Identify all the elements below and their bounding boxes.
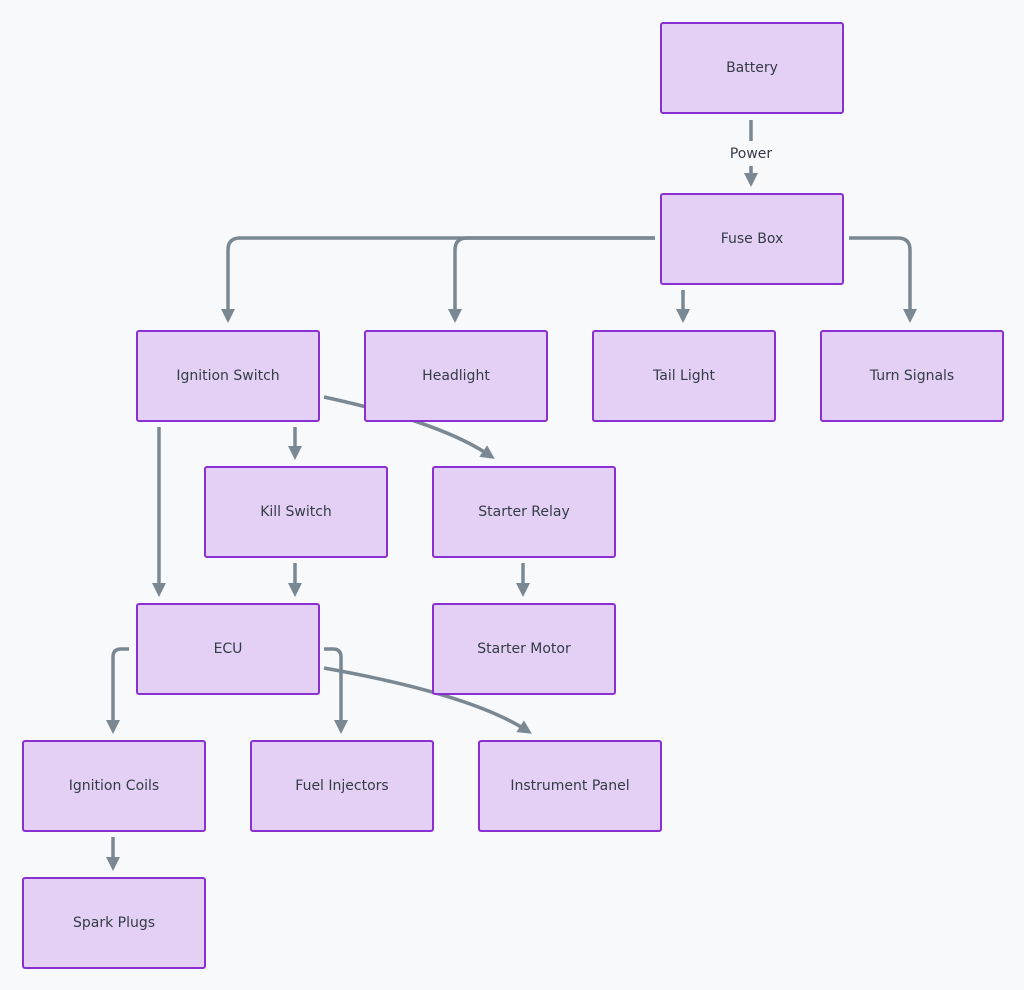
node-tail-light[interactable]: Tail Light bbox=[592, 330, 776, 422]
node-instrument-panel[interactable]: Instrument Panel bbox=[478, 740, 662, 832]
node-fuel-injectors[interactable]: Fuel Injectors bbox=[250, 740, 434, 832]
edge-ecu-fuel-injectors bbox=[324, 647, 348, 734]
edge-label-power: Power bbox=[727, 145, 775, 163]
node-fuse-box[interactable]: Fuse Box bbox=[660, 193, 844, 285]
edge-fuse-box-turn-signals bbox=[849, 236, 917, 323]
node-battery[interactable]: Battery bbox=[660, 22, 844, 114]
node-spark-plugs[interactable]: Spark Plugs bbox=[22, 877, 206, 969]
node-starter-relay[interactable]: Starter Relay bbox=[432, 466, 616, 558]
edge-ecu-ignition-coils bbox=[106, 647, 129, 734]
node-ecu[interactable]: ECU bbox=[136, 603, 320, 695]
node-turn-signals[interactable]: Turn Signals bbox=[820, 330, 1004, 422]
node-ignition-switch[interactable]: Ignition Switch bbox=[136, 330, 320, 422]
node-headlight[interactable]: Headlight bbox=[364, 330, 548, 422]
edge-fuse-box-ignition-switch bbox=[221, 236, 655, 323]
node-ignition-coils[interactable]: Ignition Coils bbox=[22, 740, 206, 832]
node-kill-switch[interactable]: Kill Switch bbox=[204, 466, 388, 558]
node-starter-motor[interactable]: Starter Motor bbox=[432, 603, 616, 695]
edge-fuse-box-headlight bbox=[448, 236, 655, 323]
